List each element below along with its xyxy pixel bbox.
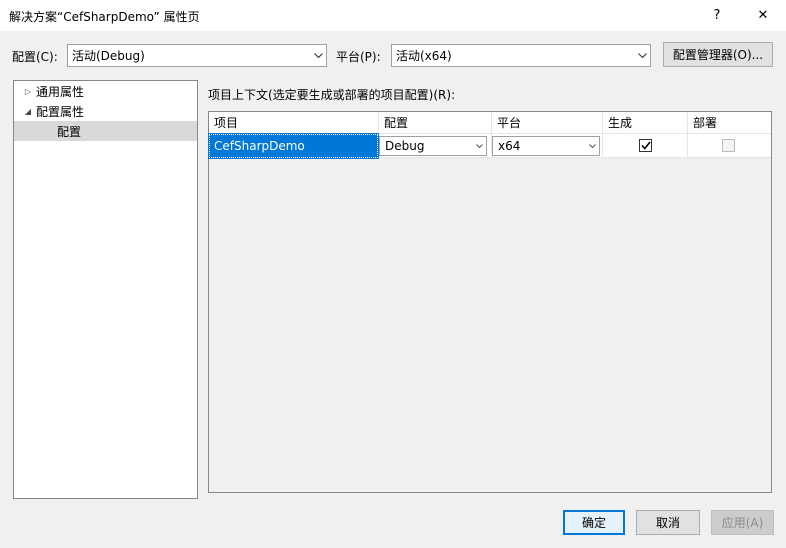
tree-item-common-properties[interactable]: ▷ 通用属性 bbox=[14, 81, 197, 101]
column-header-project[interactable]: 项目 bbox=[209, 112, 379, 134]
tree-item-label: 配置属性 bbox=[36, 104, 85, 119]
config-select-value: 活动(Debug) bbox=[72, 49, 145, 63]
project-cell[interactable]: CefSharpDemo bbox=[208, 133, 379, 159]
tree-item-configuration[interactable]: 配置 bbox=[14, 121, 197, 141]
platform-label: 平台(P): bbox=[336, 50, 381, 64]
row-platform-select[interactable]: x64 bbox=[492, 136, 600, 156]
project-context-grid: 项目 配置 平台 生成 部署 CefSharpDemo Debug x64 bbox=[208, 111, 772, 493]
deploy-checkbox[interactable] bbox=[722, 139, 735, 152]
apply-button[interactable]: 应用(A) bbox=[711, 510, 774, 535]
property-tree: ▷ 通用属性 ◢ 配置属性 配置 bbox=[13, 80, 198, 499]
chevron-down-icon bbox=[310, 45, 326, 66]
config-manager-button[interactable]: 配置管理器(O)... bbox=[663, 42, 773, 67]
chevron-down-icon bbox=[585, 143, 599, 149]
expand-icon[interactable]: ▷ bbox=[20, 87, 36, 96]
collapse-icon[interactable]: ◢ bbox=[20, 107, 36, 116]
help-icon: ? bbox=[713, 8, 721, 23]
config-select[interactable]: 活动(Debug) bbox=[67, 44, 327, 67]
table-row: CefSharpDemo Debug x64 bbox=[208, 133, 771, 159]
title-bar: 解决方案“CefSharpDemo” 属性页 ? ✕ bbox=[0, 0, 786, 31]
deploy-cell bbox=[688, 134, 771, 158]
column-header-build[interactable]: 生成 bbox=[603, 112, 688, 134]
window-title: 解决方案“CefSharpDemo” 属性页 bbox=[9, 10, 200, 24]
config-label: 配置(C): bbox=[12, 50, 58, 64]
configuration-cell: Debug bbox=[379, 134, 492, 158]
tree-item-label: 配置 bbox=[57, 124, 82, 139]
close-icon: ✕ bbox=[757, 8, 769, 23]
build-cell bbox=[603, 134, 688, 158]
column-header-configuration[interactable]: 配置 bbox=[379, 112, 492, 134]
platform-cell: x64 bbox=[492, 134, 603, 158]
platform-select[interactable]: 活动(x64) bbox=[391, 44, 651, 67]
grid-header: 项目 配置 平台 生成 部署 bbox=[209, 112, 771, 134]
platform-select-value: 活动(x64) bbox=[396, 49, 452, 63]
build-checkbox[interactable] bbox=[639, 139, 652, 152]
context-label: 项目上下文(选定要生成或部署的项目配置)(R): bbox=[208, 88, 456, 102]
close-button[interactable]: ✕ bbox=[740, 0, 786, 31]
row-config-select[interactable]: Debug bbox=[379, 136, 487, 156]
chevron-down-icon bbox=[634, 45, 650, 66]
chevron-down-icon bbox=[472, 143, 486, 149]
column-header-deploy[interactable]: 部署 bbox=[688, 112, 771, 134]
tree-item-label: 通用属性 bbox=[36, 84, 85, 99]
checkmark-icon bbox=[640, 141, 651, 150]
help-button[interactable]: ? bbox=[694, 0, 740, 31]
tree-item-config-properties[interactable]: ◢ 配置属性 bbox=[14, 101, 197, 121]
cancel-button[interactable]: 取消 bbox=[636, 510, 700, 535]
ok-button[interactable]: 确定 bbox=[563, 510, 625, 535]
column-header-platform[interactable]: 平台 bbox=[492, 112, 603, 134]
row-config-value: Debug bbox=[385, 139, 425, 153]
row-platform-value: x64 bbox=[498, 139, 521, 153]
